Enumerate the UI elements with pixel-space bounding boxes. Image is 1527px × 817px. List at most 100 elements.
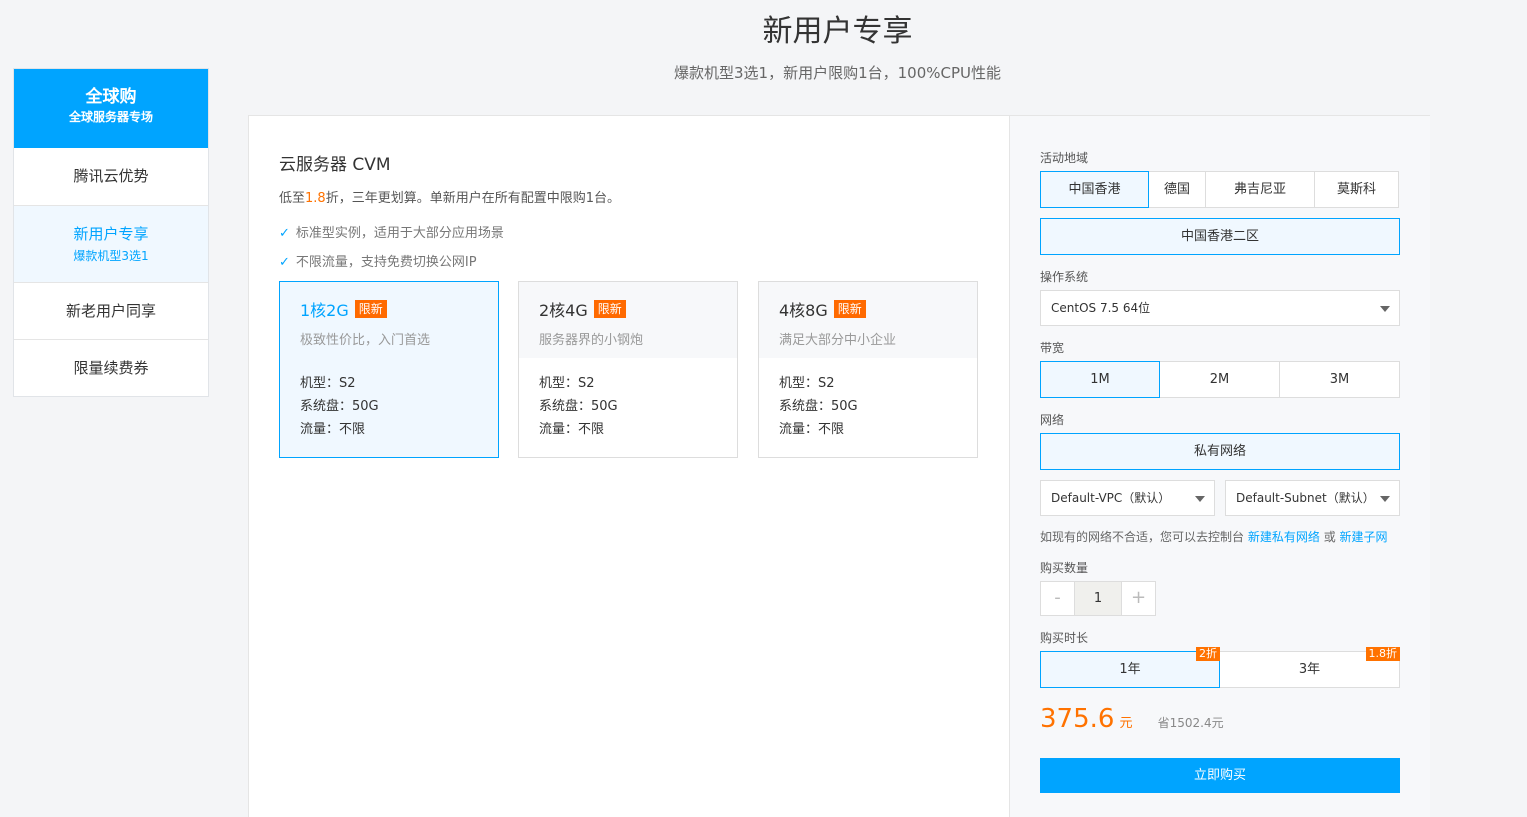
new-user-tag: 限新	[833, 300, 866, 318]
create-subnet-link[interactable]: 新建子网	[1340, 530, 1388, 544]
card-disk: 系统盘：50G	[539, 399, 618, 414]
card-traffic: 流量：不限	[300, 422, 366, 437]
feature-text: 标准型实例，适用于大部分应用场景	[295, 226, 504, 241]
product-panel: 云服务器 CVM 低至1.8折，三年更划算。单新用户在所有配置中限购1台。 ✓ 标…	[248, 115, 1430, 817]
card-model: 机型：S2	[539, 376, 595, 391]
sidebar-head-subtitle: 全球服务器专场	[68, 110, 153, 124]
bandwidth-option-3m[interactable]: 3M	[1279, 361, 1400, 398]
feature-item: ✓ 不限流量，支持免费切换公网IP	[279, 251, 477, 270]
check-icon: ✓	[279, 255, 290, 270]
region-option-hongkong[interactable]: 中国香港	[1040, 171, 1149, 208]
vpc-value: Default-VPC（默认）	[1051, 491, 1171, 505]
bandwidth-selector: 1M 2M 3M	[1040, 361, 1400, 398]
network-hint: 如现有的网络不合适，您可以去控制台 新建私有网络 或 新建子网	[1040, 528, 1388, 545]
card-body: 机型：S2 系统盘：50G 流量：不限	[280, 358, 498, 441]
region-option-moscow[interactable]: 莫斯科	[1314, 171, 1399, 208]
config-panel: 活动地域 中国香港 德国 弗吉尼亚 莫斯科 中国香港二区 操作系统 CentOS…	[1009, 116, 1430, 817]
region-label: 活动地域	[1040, 151, 1089, 165]
sidebar-head-title: 全球购	[85, 87, 137, 107]
desc-suffix: 折，三年更划算。单新用户在所有配置中限购1台。	[325, 191, 620, 206]
caret-down-icon	[1380, 496, 1390, 502]
card-body: 机型：S2 系统盘：50G 流量：不限	[519, 358, 737, 441]
new-user-tag: 限新	[354, 300, 387, 318]
card-body: 机型：S2 系统盘：50G 流量：不限	[759, 358, 977, 441]
spec-card-2c4g[interactable]: 2核4G 限新 服务器界的小钢炮 机型：S2 系统盘：50G 流量：不限	[518, 281, 738, 458]
sidebar-item-label: 限量续费券	[73, 359, 149, 377]
product-description: 低至1.8折，三年更划算。单新用户在所有配置中限购1台。	[279, 187, 620, 206]
card-name: 1核2G	[300, 301, 349, 320]
spec-card-4c8g[interactable]: 4核8G 限新 满足大部分中小企业 机型：S2 系统盘：50G 流量：不限	[758, 281, 978, 458]
duration-text: 1年	[1119, 662, 1141, 677]
savings-text: 省1502.4元	[1157, 716, 1224, 730]
bandwidth-option-2m[interactable]: 2M	[1159, 361, 1280, 398]
card-disk: 系统盘：50G	[300, 399, 379, 414]
increase-button[interactable]: +	[1122, 582, 1155, 615]
page-subtitle: 爆款机型3选1，新用户限购1台，100%CPU性能	[673, 64, 1001, 82]
duration-option-1y[interactable]: 1年 2折	[1040, 647, 1220, 688]
product-info: 云服务器 CVM 低至1.8折，三年更划算。单新用户在所有配置中限购1台。 ✓ 标…	[249, 116, 1009, 817]
subnet-value: Default-Subnet（默认）	[1236, 491, 1375, 505]
sidebar-item-renewal-coupon[interactable]: 限量续费券	[14, 339, 208, 396]
sidebar-item-global[interactable]: 全球购 全球服务器专场	[14, 69, 208, 148]
discount-badge: 2折	[1196, 647, 1220, 661]
card-header: 2核4G 限新 服务器界的小钢炮	[519, 282, 737, 358]
desc-discount: 1.8	[305, 191, 326, 206]
product-title: 云服务器 CVM	[279, 155, 391, 175]
sidebar-item-label: 腾讯云优势	[73, 167, 149, 185]
card-header: 1核2G 限新 极致性价比，入门首选	[280, 282, 498, 358]
spec-card-1c2g[interactable]: 1核2G 限新 极致性价比，入门首选 机型：S2 系统盘：50G 流量：不限	[279, 281, 499, 458]
sidebar-item-new-user[interactable]: 新用户专享 爆款机型3选1	[14, 205, 208, 282]
os-label: 操作系统	[1040, 270, 1089, 284]
hint-text: 如现有的网络不合适，您可以去控制台	[1040, 530, 1245, 544]
sidebar: 全球购 全球服务器专场 腾讯云优势 新用户专享 爆款机型3选1 新老用户同享 限…	[13, 68, 209, 397]
card-traffic: 流量：不限	[539, 422, 605, 437]
desc-prefix: 低至	[279, 191, 306, 206]
bandwidth-option-1m[interactable]: 1M	[1040, 361, 1160, 398]
duration-selector: 1年 2折 3年 1.8折	[1040, 647, 1400, 688]
price-value: 375.6	[1040, 704, 1115, 734]
card-subtitle: 服务器界的小钢炮	[539, 333, 644, 348]
caret-down-icon	[1380, 306, 1390, 312]
region-option-virginia[interactable]: 弗吉尼亚	[1205, 171, 1315, 208]
create-vpc-link[interactable]: 新建私有网络	[1248, 530, 1320, 544]
buy-now-button[interactable]: 立即购买	[1040, 758, 1400, 793]
feature-item: ✓ 标准型实例，适用于大部分应用场景	[279, 222, 504, 241]
os-value: CentOS 7.5 64位	[1051, 301, 1151, 315]
card-name: 4核8G	[779, 301, 828, 320]
quantity-label: 购买数量	[1040, 561, 1089, 575]
zone-option[interactable]: 中国香港二区	[1040, 218, 1400, 255]
duration-text: 3年	[1298, 662, 1321, 677]
page-title: 新用户专享	[762, 14, 913, 49]
os-select[interactable]: CentOS 7.5 64位	[1040, 290, 1400, 326]
new-user-tag: 限新	[593, 300, 626, 318]
card-subtitle: 满足大部分中小企业	[779, 333, 897, 348]
sidebar-item-label: 新用户专享	[73, 225, 149, 243]
decrease-button[interactable]: -	[1041, 582, 1074, 615]
network-type-option[interactable]: 私有网络	[1040, 433, 1400, 470]
subnet-select[interactable]: Default-Subnet（默认）	[1225, 480, 1400, 516]
price-unit: 元	[1119, 716, 1133, 731]
duration-label: 购买时长	[1040, 631, 1089, 645]
card-header: 4核8G 限新 满足大部分中小企业	[759, 282, 977, 358]
card-disk: 系统盘：50G	[779, 399, 858, 414]
vpc-select[interactable]: Default-VPC（默认）	[1040, 480, 1215, 516]
network-label: 网络	[1040, 413, 1065, 427]
discount-badge: 1.8折	[1365, 647, 1400, 661]
quantity-stepper: - 1 +	[1040, 581, 1156, 616]
card-model: 机型：S2	[779, 376, 835, 391]
hint-or: 或	[1323, 530, 1336, 544]
sidebar-item-sublabel: 爆款机型3选1	[73, 249, 149, 263]
check-icon: ✓	[279, 226, 290, 241]
sidebar-item-label: 新老用户同享	[65, 302, 156, 320]
card-name: 2核4G	[539, 301, 588, 320]
caret-down-icon	[1195, 496, 1205, 502]
sidebar-item-all-users[interactable]: 新老用户同享	[14, 282, 208, 339]
price-display: 375.6 元 省1502.4元	[1040, 704, 1224, 734]
region-selector: 中国香港 德国 弗吉尼亚 莫斯科	[1040, 171, 1399, 208]
sidebar-item-advantages[interactable]: 腾讯云优势	[14, 148, 208, 205]
quantity-value[interactable]: 1	[1074, 582, 1122, 615]
duration-option-3y[interactable]: 3年 1.8折	[1219, 647, 1400, 688]
feature-text: 不限流量，支持免费切换公网IP	[295, 255, 477, 270]
card-model: 机型：S2	[300, 376, 356, 391]
region-option-germany[interactable]: 德国	[1148, 171, 1206, 208]
